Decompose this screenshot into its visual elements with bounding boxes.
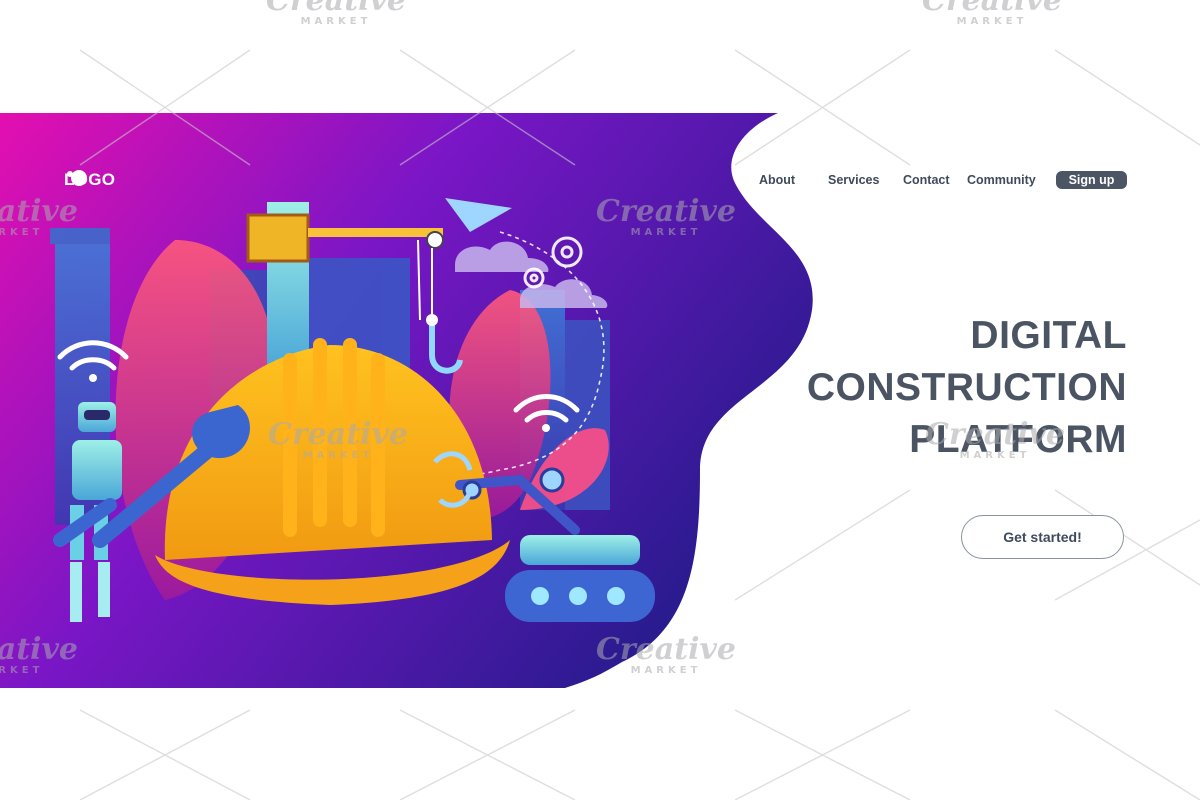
top-nav: About Services Contact Community Sign up [740, 168, 1140, 192]
get-started-button[interactable]: Get started! [961, 515, 1124, 559]
logo-icon [67, 170, 87, 186]
title-line: CONSTRUCTION [806, 366, 1127, 409]
logo[interactable]: LOGO [64, 164, 115, 196]
page-title: DIGITAL CONSTRUCTION PLATFORM [707, 310, 1127, 466]
signup-button[interactable]: Sign up [1056, 171, 1127, 189]
title-line: PLATFORM [909, 418, 1127, 461]
nav-link-about[interactable]: About [759, 173, 795, 187]
nav-link-services[interactable]: Services [828, 173, 879, 187]
nav-link-contact[interactable]: Contact [903, 173, 950, 187]
title-line: DIGITAL [970, 314, 1127, 357]
nav-link-community[interactable]: Community [967, 173, 1036, 187]
landing-page: LOGO About Services Contact Community Si… [0, 0, 1200, 800]
